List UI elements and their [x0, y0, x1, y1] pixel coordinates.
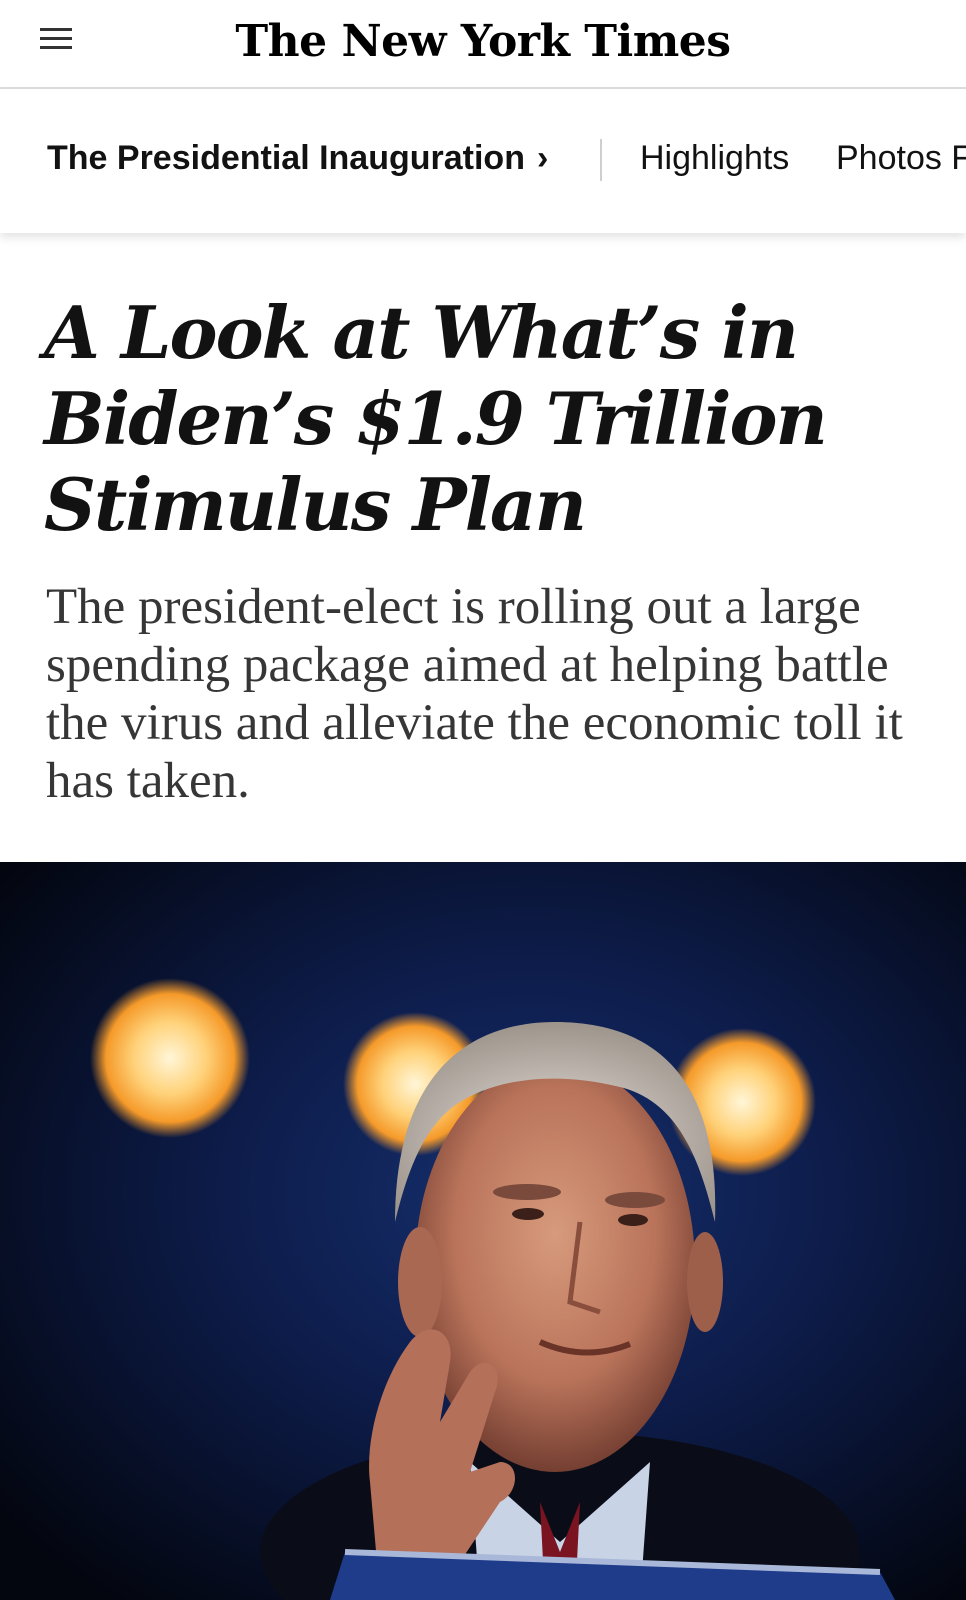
article-headline: A Look at What’s in Biden’s $1.9 Trillio…	[44, 290, 828, 547]
nav-divider	[600, 139, 602, 181]
chevron-right-icon: ›	[536, 139, 549, 177]
nyt-logo[interactable]: The New York Times	[0, 12, 966, 72]
nav-link-photos[interactable]: Photos F	[836, 138, 966, 178]
section-nav-bar: The Presidential Inauguration › Highlight…	[0, 89, 966, 233]
section-title-label: The Presidential Inauguration	[47, 139, 525, 177]
article-summary: The president-elect is rolling out a lar…	[46, 579, 903, 809]
masthead: The New York Times	[0, 0, 966, 89]
lead-photo	[0, 862, 966, 1600]
nav-link-highlights[interactable]: Highlights	[640, 138, 789, 178]
section-title-link[interactable]: The Presidential Inauguration ›	[47, 138, 548, 178]
